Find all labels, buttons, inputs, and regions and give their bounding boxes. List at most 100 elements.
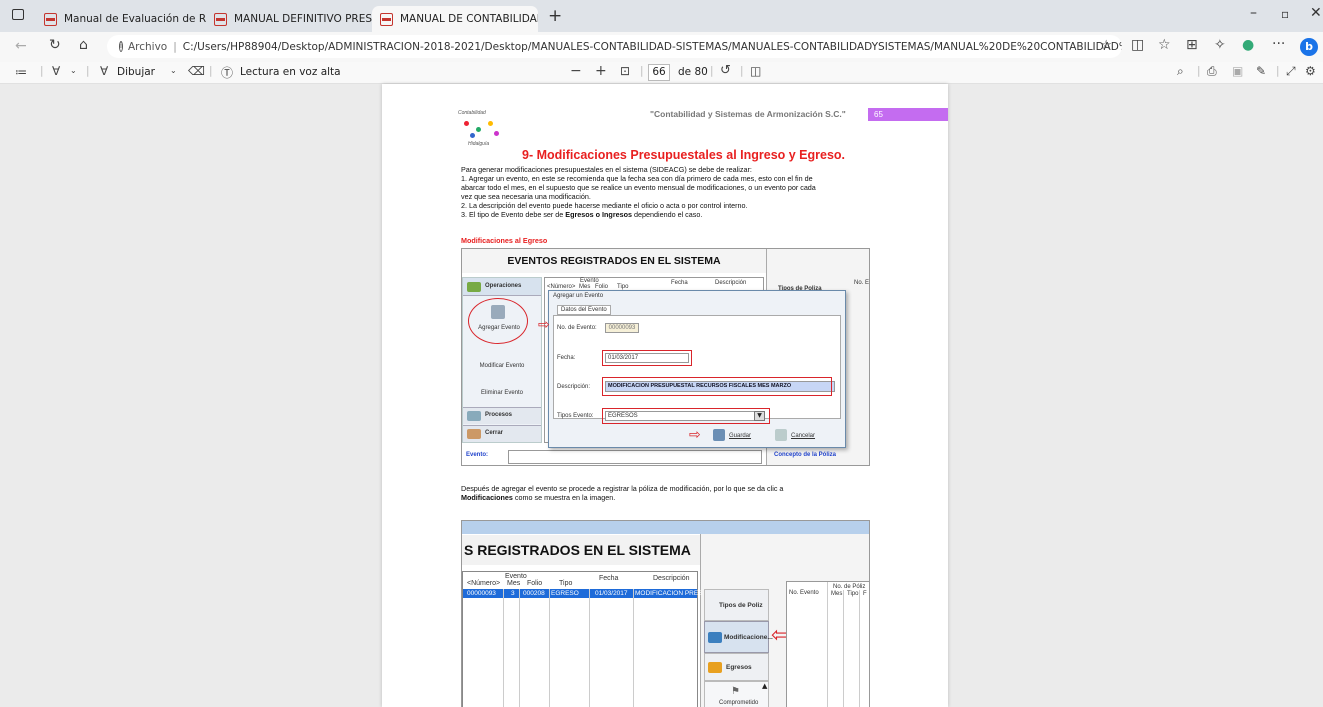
fecha-label: Fecha: <box>557 355 576 361</box>
info-icon[interactable]: i <box>119 41 123 52</box>
separator: | <box>1276 65 1280 77</box>
draw-icon[interactable]: ∀ <box>100 64 108 78</box>
new-tab-icon[interactable]: + <box>548 6 562 26</box>
url-field[interactable]: i Archivo | C:/Users/HP88904/Desktop/ADM… <box>107 35 1122 58</box>
cerrar-icon <box>467 429 481 439</box>
back-icon[interactable]: ← <box>15 38 27 54</box>
copilot-icon[interactable]: b <box>1300 38 1318 56</box>
scroll-up-icon[interactable]: ▲ <box>762 682 767 690</box>
add-event-icon <box>491 305 505 319</box>
col-fecha: Fecha <box>599 575 619 582</box>
settings-icon[interactable]: ⚙ <box>1305 64 1316 78</box>
paragraph-text: 3. El tipo de Evento debe ser de <box>461 210 566 219</box>
restore-icon[interactable]: ▫ <box>1281 7 1289 21</box>
grid-line <box>827 582 828 707</box>
tab-manual-contabilidad[interactable]: MANUAL DE CONTABILIDAD DE ✕ <box>372 6 538 32</box>
page-number-input[interactable]: 66 <box>648 64 670 81</box>
eliminar-evento-button[interactable]: Eliminar Evento <box>463 390 541 396</box>
read-aloud-icon[interactable]: Ⓣ <box>221 64 233 81</box>
operaciones-icon <box>467 282 481 292</box>
operaciones-header[interactable]: Operaciones <box>463 278 541 296</box>
address-toolbar: ← ↻ ⌂ i Archivo | C:/Users/HP88904/Deskt… <box>0 32 1323 62</box>
fullscreen-icon[interactable]: ⤢ <box>1286 64 1296 79</box>
tipos-poliza-button[interactable]: Tipos de Poliz <box>704 589 769 621</box>
event-grid: Evento <Número> Mes Folio Tipo Fecha Des… <box>462 571 703 707</box>
evento-label: Evento: <box>466 452 489 458</box>
window-title-bar <box>462 521 869 534</box>
separator: | <box>209 65 213 77</box>
more-menu-icon[interactable]: ··· <box>1272 36 1285 52</box>
procesos-header[interactable]: Procesos <box>463 407 541 424</box>
url-text: C:/Users/HP88904/Desktop/ADMINISTRACION-… <box>182 40 1122 53</box>
logo-dot <box>470 133 475 138</box>
print-icon[interactable]: ⎙ <box>1207 64 1217 79</box>
browser-tab-bar: Manual de Evaluación de Regist ✕ MANUAL … <box>0 0 1323 32</box>
table-row[interactable]: 00000093 3 000208 EGRESO 01/03/2017 MODI… <box>463 589 703 598</box>
cell: 000208 <box>523 590 545 597</box>
workspaces-icon[interactable] <box>12 9 24 20</box>
logo-dot <box>488 121 493 126</box>
read-aloud-button[interactable]: Lectura en voz alta <box>240 66 341 78</box>
draw-button[interactable]: Dibujar <box>117 66 155 78</box>
rotate-icon[interactable]: ↺ <box>720 63 731 78</box>
tab-manual-presupuestal[interactable]: MANUAL DEFINITIVO PRESUPUE ✕ <box>206 6 372 32</box>
tab-label: MANUAL DEFINITIVO PRESUPUE <box>234 13 372 25</box>
favorite-star-icon[interactable]: ☆ <box>1100 38 1112 53</box>
fit-page-icon[interactable]: ⊡ <box>620 64 630 78</box>
collections-icon[interactable]: ⊞ <box>1186 37 1198 53</box>
modificaciones-label: Modificacione... <box>724 634 773 641</box>
contents-icon[interactable]: ≔ <box>15 65 27 79</box>
close-window-icon[interactable]: ✕ <box>1310 5 1322 21</box>
no-evento-label: No. de Evento: <box>557 325 597 331</box>
poliza-grid: No. Evento No. de Póliz Mes Tipo F <box>786 581 869 707</box>
save-icon[interactable]: ▣ <box>1232 64 1243 78</box>
chevron-down-icon[interactable]: ⌄ <box>170 66 177 75</box>
separator: | <box>710 65 714 77</box>
highlight-icon[interactable]: ∀ <box>52 64 60 78</box>
col-evento: Evento <box>505 573 527 580</box>
extensions-icon[interactable]: ✧ <box>1214 37 1226 53</box>
pdf-page: Contabilidad Hidalguía "Contabilidad y S… <box>382 84 948 707</box>
cerrar-header[interactable]: Cerrar <box>463 425 541 442</box>
dialog-tab[interactable]: Datos del Evento <box>557 305 611 315</box>
split-screen-icon[interactable]: ◫ <box>1131 37 1144 53</box>
comprometido-icon: ⚑ <box>731 686 740 697</box>
refresh-icon[interactable]: ↻ <box>49 37 61 53</box>
agregar-evento-dialog: Agregar un Evento Datos del Evento No. d… <box>548 290 846 448</box>
guardar-button[interactable]: Guardar <box>729 433 751 439</box>
home-icon[interactable]: ⌂ <box>79 37 88 53</box>
eraser-icon[interactable]: ⌫ <box>188 64 205 78</box>
zoom-in-icon[interactable]: + <box>595 63 607 79</box>
sidebar: Operaciones Agregar Evento Modificar Eve… <box>462 277 542 443</box>
agregar-evento-button[interactable]: Agregar Evento <box>468 298 528 344</box>
pdf-viewer[interactable]: Contabilidad Hidalguía "Contabilidad y S… <box>0 84 1323 707</box>
paragraph-bold: Egresos o Ingresos <box>565 210 633 219</box>
comprometido-button[interactable]: ⚑ Comprometido <box>704 681 769 707</box>
separator: | <box>640 65 644 77</box>
logo-dot <box>464 121 469 126</box>
save-as-icon[interactable]: ✎ <box>1256 64 1266 78</box>
cerrar-label: Cerrar <box>485 430 504 436</box>
cell: 01/03/2017 <box>595 590 628 597</box>
procesos-icon <box>467 411 481 421</box>
logo-text-bottom: Hidalguía <box>468 141 490 147</box>
screenshot-modificaciones: S REGISTRADOS EN EL SISTEMA PC Evento <N… <box>461 520 870 707</box>
zoom-out-icon[interactable]: − <box>570 63 582 79</box>
search-icon[interactable]: ⌕ <box>1177 64 1184 79</box>
favorites-icon[interactable]: ☆ <box>1158 37 1171 53</box>
cancelar-button[interactable]: Cancelar <box>791 433 815 439</box>
modificaciones-button[interactable]: Modificacione... <box>704 621 773 653</box>
cell: EGRESO <box>551 590 579 597</box>
modificar-evento-button[interactable]: Modificar Evento <box>463 363 541 369</box>
egresos-icon <box>708 662 722 673</box>
page-view-icon[interactable]: ◫ <box>750 64 761 78</box>
tab-label: MANUAL DE CONTABILIDAD DE <box>400 13 538 25</box>
col-folio: Folio <box>527 580 543 587</box>
minimize-icon[interactable]: – <box>1250 5 1257 21</box>
url-separator: | <box>173 40 177 53</box>
egresos-button[interactable]: Egresos <box>704 653 769 681</box>
descripcion-label: Descripción: <box>557 384 591 390</box>
profile-icon[interactable]: ● <box>1242 37 1254 53</box>
chevron-down-icon[interactable]: ⌄ <box>70 66 77 75</box>
tab-manual-evaluacion[interactable]: Manual de Evaluación de Regist ✕ <box>36 6 206 32</box>
